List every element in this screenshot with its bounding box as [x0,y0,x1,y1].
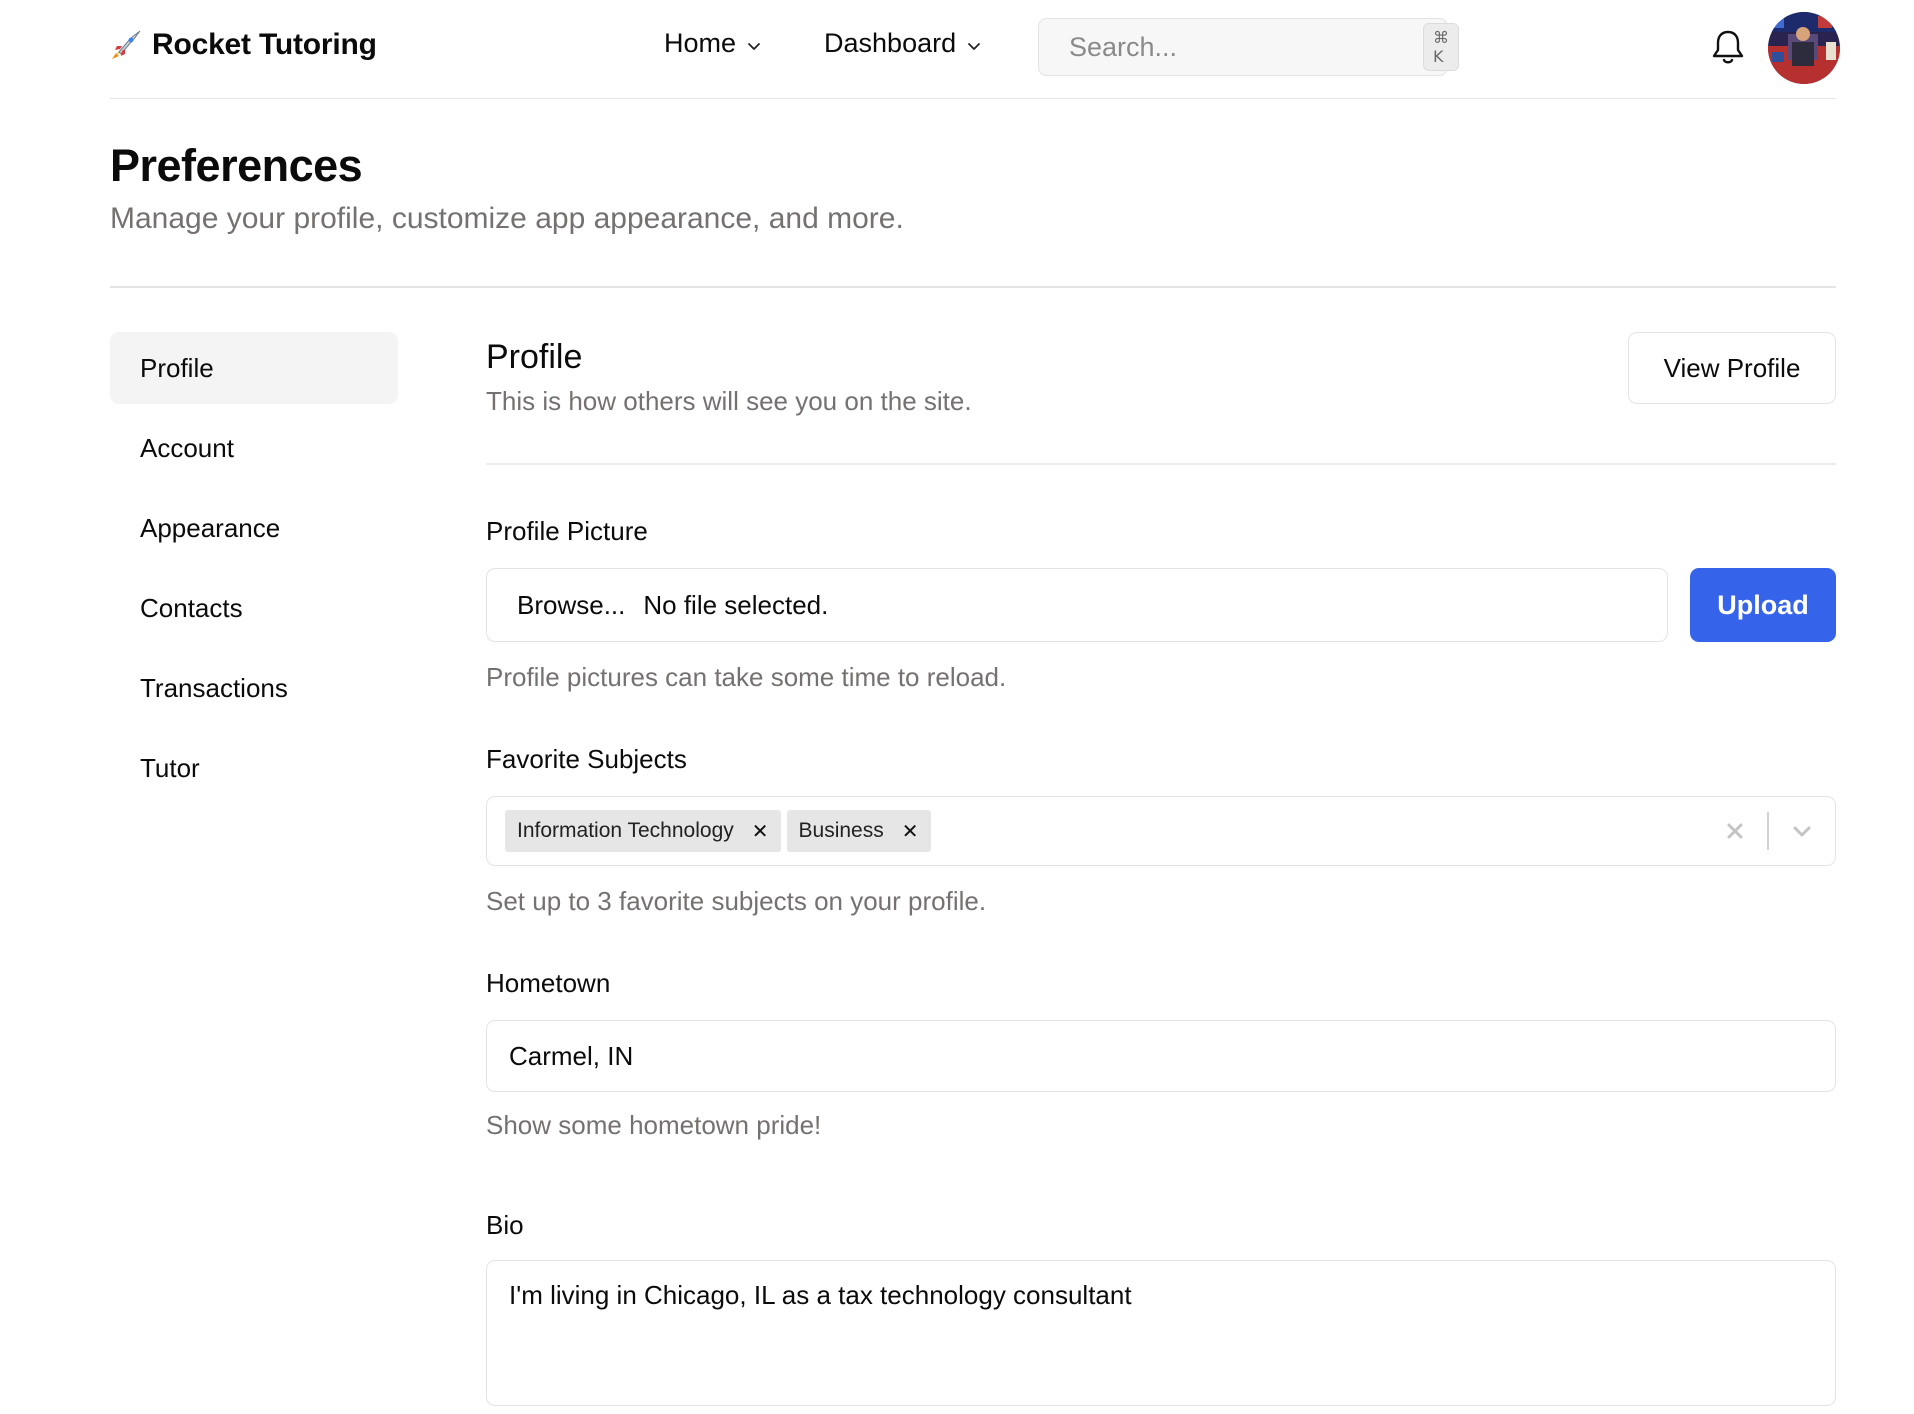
subject-chip-label: Information Technology [517,819,734,842]
bell-icon[interactable] [1710,28,1746,66]
page-divider [110,286,1836,288]
subject-chip-label: Business [798,819,884,842]
page-title: Preferences [110,140,363,191]
app-logo[interactable]: Rocket Tutoring [110,28,377,62]
dropdown-toggle[interactable] [1769,797,1835,865]
search-input[interactable] [1069,31,1423,63]
close-icon [1727,823,1743,839]
remove-chip-icon[interactable]: ✕ [752,819,769,844]
sidebar-item-appearance[interactable]: Appearance [110,492,398,564]
top-header: Rocket Tutoring Home Dashboard ⌘ K [110,0,1840,99]
section-title: Profile [486,338,583,376]
file-input[interactable]: Browse... No file selected. [486,568,1668,642]
favorite-subjects-label: Favorite Subjects [486,744,687,774]
nav-home[interactable]: Home [664,28,762,59]
remove-chip-icon[interactable]: ✕ [902,819,919,844]
bio-textarea[interactable]: I'm living in Chicago, IL as a tax techn… [486,1260,1836,1406]
section-divider [486,463,1836,465]
nav-home-label: Home [664,28,737,58]
bio-label: Bio [486,1210,524,1240]
page-subtitle: Manage your profile, customize app appea… [110,202,904,235]
sidebar-item-contacts[interactable]: Contacts [110,572,398,644]
select-controls [1703,797,1835,865]
sidebar-item-profile[interactable]: Profile [110,332,398,404]
profile-picture-help: Profile pictures can take some time to r… [486,662,1007,692]
app-name: Rocket Tutoring [152,28,377,61]
nav-dashboard-label: Dashboard [824,28,957,58]
subject-chip: Information Technology ✕ [505,810,781,852]
rocket-icon [112,30,141,59]
subject-chip: Business ✕ [786,810,931,852]
sidebar-item-account[interactable]: Account [110,412,398,484]
profile-picture-label: Profile Picture [486,516,648,546]
favorite-subjects-select[interactable]: Information Technology ✕ Business ✕ [486,796,1836,866]
hometown-label: Hometown [486,968,611,998]
browse-button[interactable]: Browse... [517,590,625,621]
view-profile-button[interactable]: View Profile [1628,332,1836,404]
chevron-down-icon [968,42,981,50]
sidebar-item-transactions[interactable]: Transactions [110,652,398,724]
favorite-subjects-help: Set up to 3 favorite subjects on your pr… [486,886,987,916]
hometown-input[interactable] [486,1020,1836,1092]
chevron-down-icon [1793,826,1811,837]
clear-selection-icon[interactable] [1703,797,1767,865]
chevron-down-icon [748,42,760,50]
sidebar-item-tutor[interactable]: Tutor [110,732,398,804]
hometown-help: Show some hometown pride! [486,1110,822,1140]
user-avatar[interactable] [1768,12,1840,84]
nav-dashboard[interactable]: Dashboard [824,28,982,59]
main-nav: Home Dashboard [664,28,982,59]
upload-button[interactable]: Upload [1690,568,1836,642]
search-shortcut: ⌘ K [1423,23,1459,71]
settings-sidebar: Profile Account Appearance Contacts Tran… [110,332,398,812]
search-box[interactable]: ⌘ K [1038,18,1459,76]
avatar-image [1768,12,1840,84]
file-status: No file selected. [643,589,829,620]
section-description: This is how others will see you on the s… [486,386,972,416]
